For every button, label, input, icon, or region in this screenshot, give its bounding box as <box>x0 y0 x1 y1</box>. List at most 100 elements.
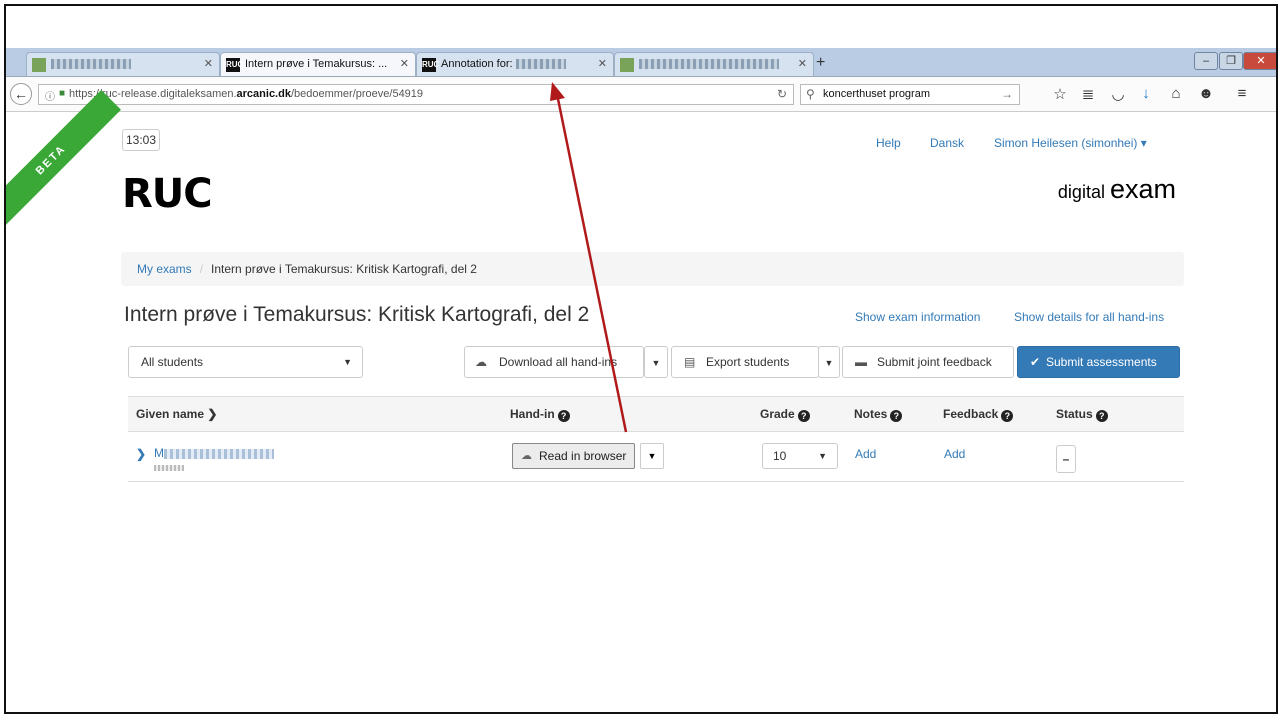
info-icon[interactable]: ⓘ <box>45 88 55 103</box>
tab-favicon <box>620 58 634 72</box>
search-value: koncerthuset program <box>823 88 930 100</box>
th-notes: Notes? <box>854 407 903 422</box>
th-status: Status? <box>1056 407 1108 422</box>
browser-tab-3[interactable]: RUC Annotation for: ✕ <box>416 52 614 76</box>
export-label: Export students <box>706 355 790 369</box>
caret-down-icon: ▼ <box>651 358 661 368</box>
th-label: Hand-in <box>510 407 555 421</box>
reload-icon[interactable]: ↻ <box>777 87 787 101</box>
submit-joint-feedback-button[interactable]: ▬ Submit joint feedback <box>842 346 1014 378</box>
bookmark-star-icon[interactable]: ☆ <box>1050 85 1070 103</box>
download-icon[interactable]: ↓ <box>1136 85 1156 102</box>
grade-select[interactable]: 10 ▼ <box>762 443 838 469</box>
chevron-down-icon: ❯ <box>207 407 218 421</box>
breadcrumb-separator: / <box>199 262 204 276</box>
chevron-right-icon[interactable]: ❯ <box>136 447 146 461</box>
add-notes-link[interactable]: Add <box>855 447 876 461</box>
student-filter-select[interactable]: All students ▼ <box>128 346 363 378</box>
ruc-favicon-icon: RUC <box>422 58 439 72</box>
brand-small: digital <box>1057 182 1105 202</box>
breadcrumb: My exams / Intern prøve i Temakursus: Krit… <box>121 252 1184 286</box>
submit-assessments-button[interactable]: ✔ Submit assessments <box>1017 346 1180 378</box>
browser-tab-4[interactable]: ✕ <box>614 52 814 76</box>
tab-label-blurred <box>639 59 779 70</box>
chat-icon[interactable]: ☻ <box>1196 85 1216 102</box>
show-details-all-link[interactable]: Show details for all hand-ins <box>1014 310 1164 324</box>
language-link[interactable]: Dansk <box>930 136 964 150</box>
th-given-name[interactable]: Given name ❯ <box>136 407 217 421</box>
th-label: Grade <box>760 407 795 421</box>
browser-tab-1[interactable]: ✕ <box>26 52 220 76</box>
export-dropdown-toggle[interactable]: ▼ <box>818 346 840 378</box>
url-bar[interactable]: ⓘ ■ https://ruc-release.digitaleksamen.a… <box>38 84 794 105</box>
question-icon[interactable]: ? <box>1095 410 1108 422</box>
new-tab-button[interactable]: + <box>816 54 825 72</box>
question-icon[interactable]: ? <box>1001 410 1014 422</box>
show-exam-info-link[interactable]: Show exam information <box>855 310 980 324</box>
close-window-button[interactable]: ✕ <box>1243 52 1276 70</box>
digital-exam-brand: digital exam <box>1058 174 1176 205</box>
read-in-browser-label: Read in browser <box>539 449 627 463</box>
search-go-icon[interactable]: → <box>1001 87 1013 101</box>
home-icon[interactable]: ⌂ <box>1166 85 1186 102</box>
th-label: Feedback <box>943 407 999 421</box>
th-label: Given name <box>136 407 205 421</box>
ruc-favicon-icon: RUC <box>226 58 243 72</box>
grade-value: 10 <box>773 449 787 463</box>
breadcrumb-my-exams[interactable]: My exams <box>137 262 192 276</box>
url-domain: arcanic.dk <box>236 88 291 100</box>
download-label: Download all hand-ins <box>499 355 618 369</box>
user-menu[interactable]: Simon Heilesen (simonhei) ▾ <box>994 136 1147 150</box>
close-icon[interactable]: ✕ <box>204 57 213 70</box>
close-icon[interactable]: ✕ <box>598 57 607 70</box>
search-input[interactable]: ⚲ koncerthuset program → <box>800 84 1020 105</box>
tab-favicon <box>32 58 46 72</box>
student-name-initial: M <box>154 446 164 460</box>
cloud-icon: ☁ <box>521 450 532 462</box>
th-label: Status <box>1056 407 1093 421</box>
breadcrumb-current: Intern prøve i Temakursus: Kritisk Karto… <box>211 262 477 276</box>
tab-label-blurred <box>51 59 131 70</box>
caret-down-icon: ▼ <box>818 451 827 461</box>
close-icon[interactable]: ✕ <box>400 57 409 70</box>
help-link[interactable]: Help <box>876 136 901 150</box>
add-feedback-link[interactable]: Add <box>944 447 965 461</box>
download-all-button[interactable]: ☁ Download all hand-ins <box>464 346 644 378</box>
read-in-browser-button[interactable]: ☁ Read in browser <box>512 443 636 469</box>
close-icon[interactable]: ✕ <box>798 57 807 70</box>
tab-label-blurred <box>515 59 566 70</box>
list-icon: ▤ <box>684 355 696 369</box>
download-dropdown-toggle[interactable]: ▼ <box>644 346 668 378</box>
ruc-logo: RUC <box>122 171 213 217</box>
question-icon[interactable]: ? <box>557 410 570 422</box>
menu-icon[interactable]: ≡ <box>1232 85 1252 102</box>
cloud-download-icon: ☁ <box>475 355 487 369</box>
hand-in-dropdown-toggle[interactable]: ▼ <box>640 443 664 469</box>
browser-tab-2[interactable]: RUC Intern prøve i Temakursus: ... ✕ <box>220 52 416 76</box>
status-toggle[interactable]: – <box>1056 445 1076 473</box>
screenshot-frame: ✕ RUC Intern prøve i Temakursus: ... ✕ R… <box>4 4 1278 714</box>
maximize-button[interactable]: ❐ <box>1219 52 1243 70</box>
lock-icon: ■ <box>59 88 66 99</box>
caret-down-icon: ▼ <box>343 357 352 367</box>
export-students-button[interactable]: ▤ Export students <box>671 346 819 378</box>
back-button[interactable]: ← <box>10 83 32 105</box>
th-grade: Grade? <box>760 407 810 422</box>
caret-down-icon: ▼ <box>647 451 657 461</box>
browser-nav-bar: ← ⓘ ■ https://ruc-release.digitaleksamen… <box>6 77 1276 112</box>
comment-icon: ▬ <box>855 355 867 369</box>
question-icon[interactable]: ? <box>797 410 810 422</box>
reading-list-icon[interactable]: ≣ <box>1078 85 1098 103</box>
table-row: ❯ M ☁ Read in browser ▼ 10 ▼ Add Add – <box>128 433 1184 482</box>
minimize-button[interactable]: – <box>1194 52 1218 70</box>
student-name-blurred <box>164 448 274 459</box>
filter-value: All students <box>141 355 204 369</box>
tab-label: Intern prøve i Temakursus: ... <box>245 58 388 70</box>
pocket-icon[interactable]: ◡ <box>1108 85 1128 103</box>
joint-feedback-label: Submit joint feedback <box>877 355 992 369</box>
student-name-link[interactable]: M <box>154 446 274 460</box>
question-icon[interactable]: ? <box>890 410 903 422</box>
clock-display: 13:03 <box>122 129 160 151</box>
th-hand-in: Hand-in? <box>510 407 570 422</box>
caret-down-icon: ▼ <box>824 358 834 368</box>
